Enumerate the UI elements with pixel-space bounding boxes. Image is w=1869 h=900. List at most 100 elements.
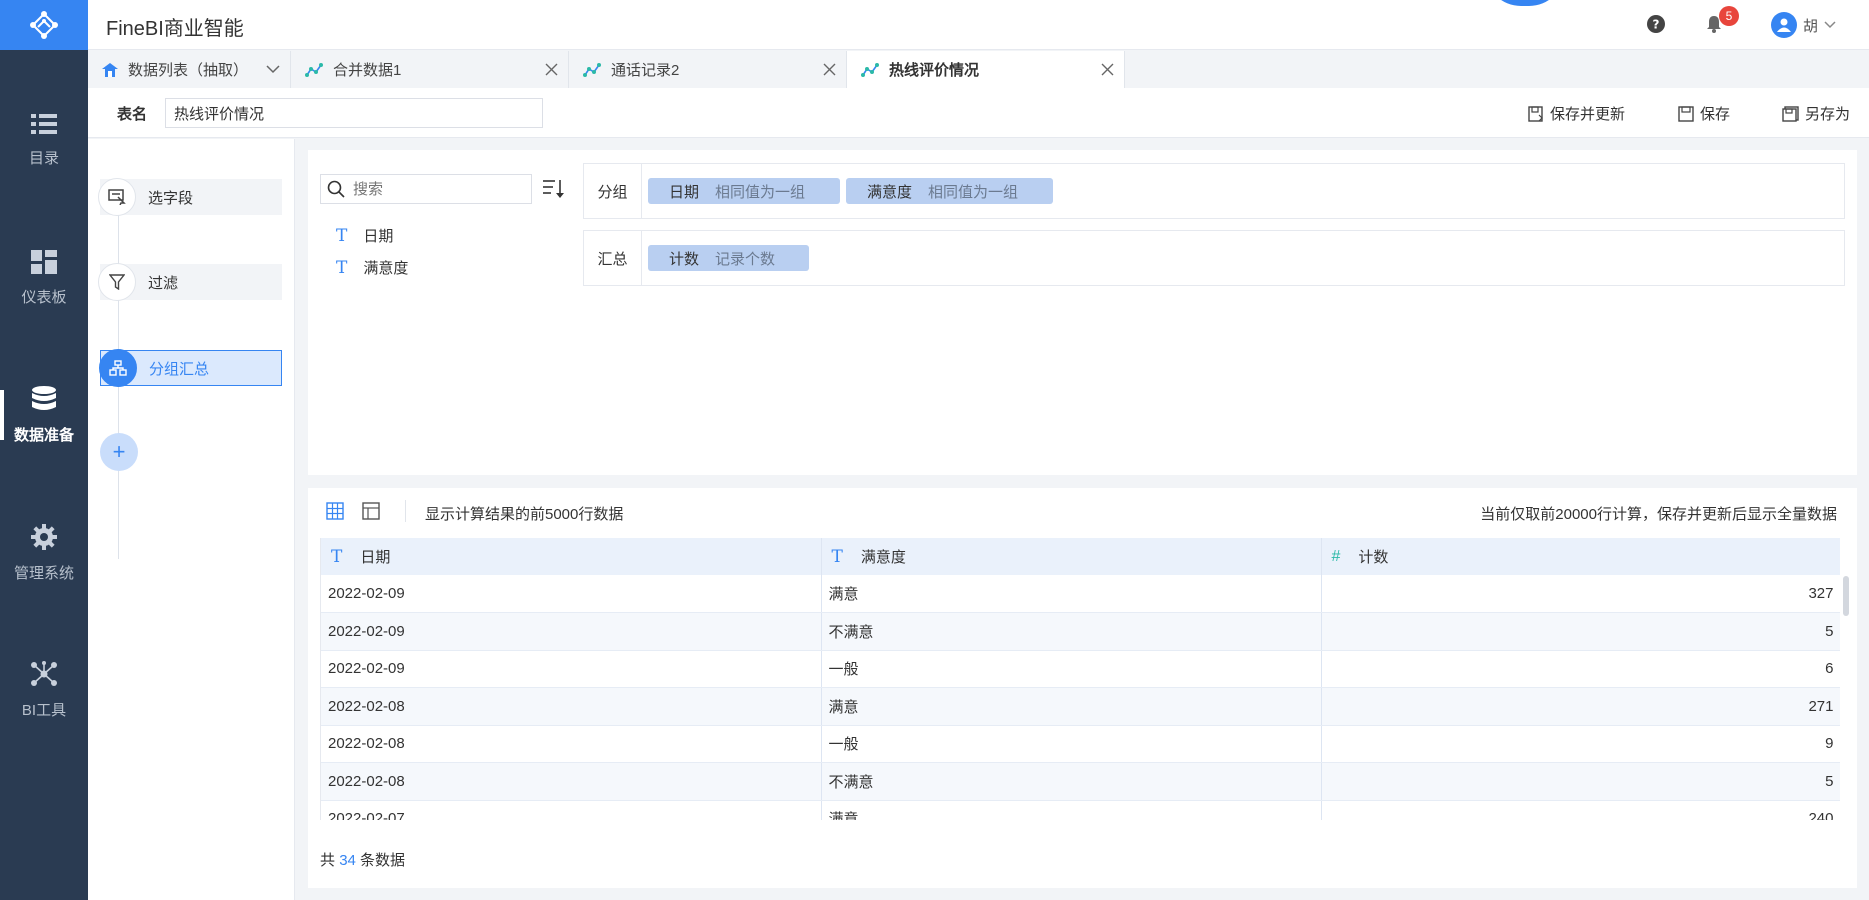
search-icon	[327, 180, 345, 198]
chevron-down-icon[interactable]	[266, 65, 280, 74]
field-item-satisfaction[interactable]: T 满意度	[336, 257, 408, 278]
preview-note: 当前仅取前20000行计算，保存并更新后显示全量数据	[1480, 506, 1837, 523]
group-chip-satisfaction[interactable]: 满意度 相同值为一组	[846, 178, 1053, 204]
layout-view-icon[interactable]	[362, 502, 380, 520]
preview-table: T 日期 T 满意度 # 计数 2022-02-09 满意 327 2022-02-09 不…	[321, 538, 1840, 820]
close-icon[interactable]	[1101, 63, 1114, 76]
step-select-fields[interactable]: 选字段	[98, 178, 282, 216]
step-label: 选字段	[148, 189, 194, 207]
save-update-icon	[1528, 105, 1543, 122]
chip-sub: 相同值为一组	[928, 183, 1019, 201]
tab-label: 数据列表（抽取）	[128, 62, 249, 79]
step-icon	[98, 178, 136, 216]
step-filter[interactable]: 过滤	[98, 263, 282, 301]
help-icon[interactable]: ?	[1647, 15, 1665, 33]
save-and-update-button[interactable]: 保存并更新	[1528, 103, 1625, 124]
summary-chip-count[interactable]: 计数 记录个数	[648, 245, 809, 271]
notification-badge: 5	[1719, 6, 1739, 26]
user-icon	[1777, 18, 1791, 32]
save-icon	[1678, 105, 1694, 122]
tab-bar: 数据列表（抽取） 合并数据1 通话记录2 热线评价情况	[88, 51, 1869, 88]
preview-info: 显示计算结果的前5000行数据	[425, 506, 624, 523]
field-label: 满意度	[363, 260, 409, 277]
close-icon[interactable]	[823, 63, 836, 76]
column-header-satisfaction[interactable]: T 满意度	[821, 538, 1322, 575]
total-prefix: 共	[320, 852, 336, 869]
gear-icon	[31, 523, 57, 550]
field-label: 日期	[363, 228, 394, 245]
logo[interactable]	[0, 0, 88, 50]
chip-name: 计数	[669, 250, 700, 268]
tab-merged-data[interactable]: 合并数据1	[291, 51, 569, 88]
tab-call-records[interactable]: 通话记录2	[569, 51, 847, 88]
text-type-icon: T	[831, 546, 843, 567]
table-header-row: T 日期 T 满意度 # 计数	[321, 538, 1840, 575]
tab-label: 通话记录2	[611, 62, 680, 79]
table-row: 2022-02-08 一般 9	[321, 725, 1840, 763]
group-drop-zone[interactable]: 分组 日期 相同值为一组 满意度 相同值为一组	[583, 163, 1845, 219]
nav-item-data-prep[interactable]: 数据准备	[0, 370, 88, 460]
group-summary-icon	[109, 360, 127, 376]
fine-logo-icon	[30, 11, 58, 39]
cell: 2022-02-08	[321, 687, 822, 726]
number-type-icon: #	[1331, 547, 1341, 565]
field-search[interactable]	[320, 174, 532, 204]
column-header-date[interactable]: T 日期	[321, 538, 822, 575]
chip-sub: 记录个数	[715, 250, 776, 268]
network-icon	[31, 660, 57, 686]
cell: 2022-02-07	[321, 800, 822, 820]
row-total: 共 34 条数据	[320, 849, 405, 870]
nav-item-bi-tools[interactable]: BI工具	[0, 645, 88, 735]
nav-label: 仪表板	[21, 288, 67, 306]
user-menu[interactable]: 胡	[1771, 12, 1836, 38]
select-field-icon	[108, 189, 126, 205]
nav-item-admin[interactable]: 管理系统	[0, 508, 88, 598]
save-as-label: 另存为	[1805, 106, 1851, 123]
nav-item-dashboard[interactable]: 仪表板	[0, 233, 88, 323]
cell: 271	[1321, 687, 1840, 726]
divider	[405, 500, 406, 522]
cell: 5	[1321, 612, 1840, 651]
add-step-button[interactable]: +	[100, 433, 138, 471]
save-and-update-label: 保存并更新	[1550, 106, 1626, 123]
table-row: 2022-02-09 不满意 5	[321, 612, 1840, 651]
sort-icon[interactable]	[542, 178, 566, 200]
home-icon	[102, 62, 118, 77]
column-header-count[interactable]: # 计数	[1321, 538, 1840, 575]
field-item-date[interactable]: T 日期	[336, 225, 393, 246]
preview-panel: 显示计算结果的前5000行数据 当前仅取前20000行计算，保存并更新后显示全量…	[308, 488, 1857, 888]
cell: 9	[1321, 725, 1840, 763]
nav-label: 管理系统	[13, 564, 74, 582]
scrollbar-thumb[interactable]	[1843, 576, 1849, 616]
data-grid[interactable]: T 日期 T 满意度 # 计数 2022-02-09 满意 327 2022-02-09 不…	[320, 538, 1840, 820]
plus-icon: +	[112, 439, 126, 464]
save-button[interactable]: 保存	[1678, 103, 1730, 124]
step-group-summary[interactable]: 分组汇总	[99, 349, 282, 387]
nav-item-catalog[interactable]: 目录	[0, 95, 88, 185]
grid-view-icon[interactable]	[326, 502, 344, 520]
step-icon	[98, 263, 136, 301]
tab-label: 合并数据1	[333, 62, 402, 79]
tab-data-list[interactable]: 数据列表（抽取）	[88, 51, 291, 88]
cell: 2022-02-09	[321, 650, 822, 688]
summary-drop-zone[interactable]: 汇总 计数 记录个数	[583, 230, 1845, 286]
close-icon[interactable]	[545, 63, 558, 76]
table-row: 2022-02-09 满意 327	[321, 575, 1840, 613]
save-as-button[interactable]: 另存为	[1782, 103, 1850, 124]
text-type-icon: T	[331, 546, 343, 567]
group-chip-date[interactable]: 日期 相同值为一组	[648, 178, 840, 204]
text-type-icon: T	[336, 257, 348, 278]
nav-label: 数据准备	[13, 426, 74, 444]
column-label: 满意度	[860, 549, 906, 566]
side-nav: 目录 仪表板 数据准备 管理系统 BI工具	[0, 0, 88, 900]
tab-hotline-rating[interactable]: 热线评价情况	[847, 51, 1125, 88]
step-label: 过滤	[148, 274, 179, 292]
table-name-input[interactable]	[165, 98, 543, 128]
search-input[interactable]	[353, 180, 513, 198]
cell: 一般	[821, 725, 1322, 763]
total-count: 34	[339, 852, 356, 869]
cell: 2022-02-08	[321, 725, 822, 763]
cell: 一般	[821, 650, 1322, 688]
user-name: 胡	[1803, 17, 1819, 35]
cell: 240	[1321, 800, 1840, 820]
